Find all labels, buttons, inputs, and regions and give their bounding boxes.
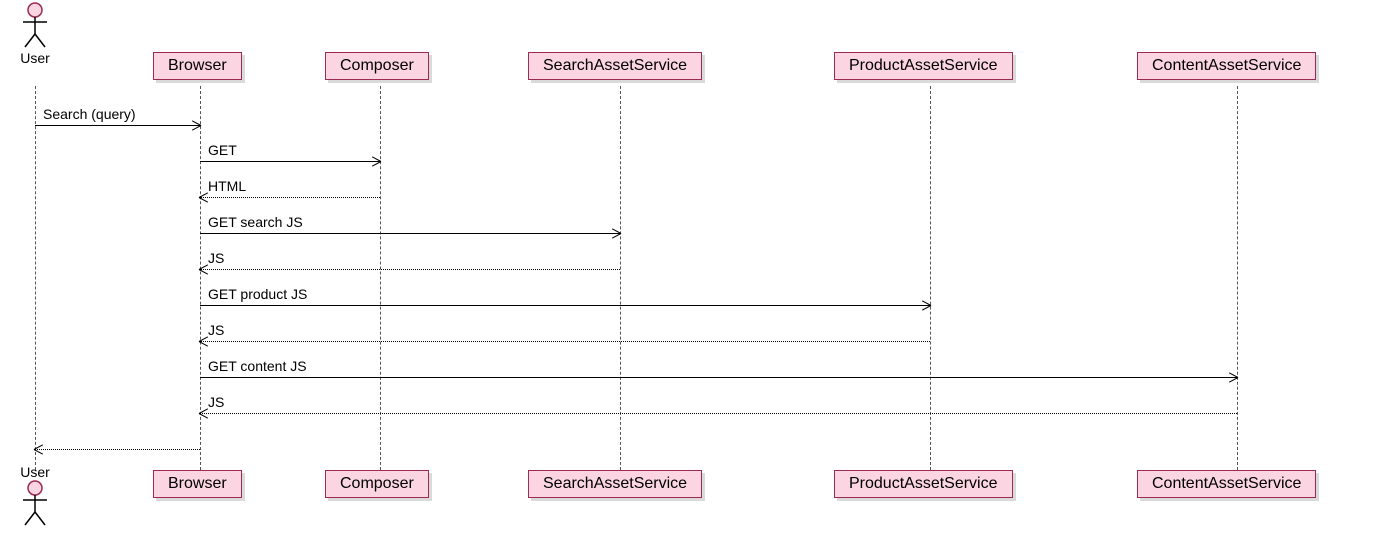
- participant-box-browser-top: Browser: [153, 52, 242, 80]
- arrowhead-icon: [919, 299, 931, 311]
- message-label-7: GET content JS: [208, 358, 307, 374]
- message-2: HTML: [200, 180, 380, 202]
- message-3: GET search JS: [200, 216, 620, 238]
- participant-box-composer-bottom: Composer: [325, 470, 429, 498]
- message-6: JS: [200, 324, 930, 346]
- arrowhead-icon: [199, 263, 211, 275]
- participant-box-search_svc-top: SearchAssetService: [528, 52, 702, 80]
- message-7: GET content JS: [200, 360, 1237, 382]
- message-label-2: HTML: [208, 178, 246, 194]
- lifeline-content_svc: [1237, 86, 1238, 470]
- actor-user-top: User: [10, 2, 60, 66]
- lifeline-user: [35, 86, 36, 470]
- message-9: [35, 432, 200, 454]
- participant-box-product_svc-bottom: ProductAssetService: [834, 470, 1013, 498]
- message-8: JS: [200, 396, 1237, 418]
- arrowhead-icon: [369, 155, 381, 167]
- participant-box-product_svc-top: ProductAssetService: [834, 52, 1013, 80]
- message-label-0: Search (query): [43, 106, 136, 122]
- arrowhead-icon: [199, 407, 211, 419]
- participant-box-content_svc-bottom: ContentAssetService: [1137, 470, 1316, 498]
- sequence-diagram: User User Browser Browser Composer Composer S…: [0, 0, 1377, 556]
- participant-box-content_svc-top: ContentAssetService: [1137, 52, 1316, 80]
- message-0: Search (query): [35, 108, 200, 130]
- message-4: JS: [200, 252, 620, 274]
- actor-user-label-top: User: [10, 50, 60, 66]
- actor-user-bottom: User: [10, 464, 60, 528]
- arrowhead-icon: [189, 119, 201, 131]
- message-5: GET product JS: [200, 288, 930, 310]
- message-label-1: GET: [208, 142, 237, 158]
- message-1: GET: [200, 144, 380, 166]
- actor-user-label-bottom: User: [10, 464, 60, 480]
- message-label-3: GET search JS: [208, 214, 303, 230]
- participant-box-search_svc-bottom: SearchAssetService: [528, 470, 702, 498]
- participant-box-composer-top: Composer: [325, 52, 429, 80]
- message-label-5: GET product JS: [208, 286, 307, 302]
- arrowhead-icon: [199, 335, 211, 347]
- arrowhead-icon: [609, 227, 621, 239]
- arrowhead-icon: [199, 191, 211, 203]
- arrowhead-icon: [1226, 371, 1238, 383]
- arrowhead-icon: [34, 443, 46, 455]
- participant-box-browser-bottom: Browser: [153, 470, 242, 498]
